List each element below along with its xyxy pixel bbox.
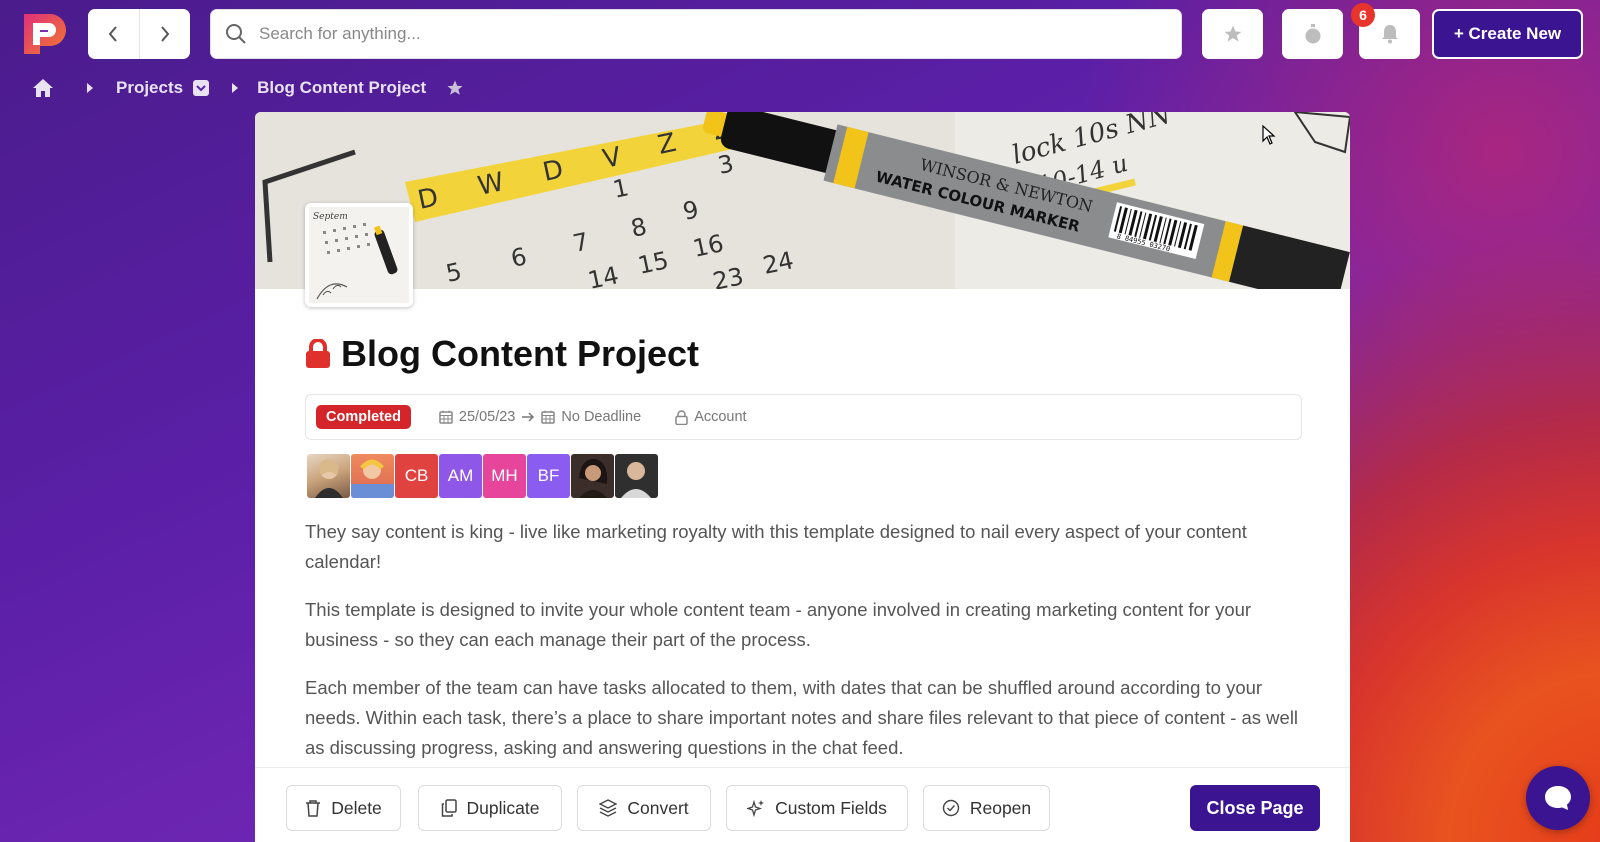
layers-icon: [599, 799, 618, 817]
convert-label: Convert: [627, 797, 689, 818]
mouse-cursor-icon: [1262, 125, 1276, 145]
arrow-right-icon: [522, 412, 535, 422]
app-logo-icon[interactable]: [20, 10, 70, 56]
search-input[interactable]: [259, 24, 1139, 44]
member-avatars: CB AM MH BF: [307, 454, 658, 498]
chevron-left-icon: [108, 26, 118, 42]
calendar-icon: [439, 410, 453, 424]
lock-icon: [306, 339, 330, 368]
forward-button[interactable]: [138, 9, 191, 59]
description-paragraph: This template is designed to invite your…: [305, 599, 1252, 650]
search-icon: [226, 24, 246, 44]
description-paragraph: Each member of the team can have tasks a…: [305, 677, 1299, 758]
star-icon: [1224, 25, 1241, 42]
top-bar: 6 + Create New: [0, 0, 1600, 64]
caret-right-icon: [87, 83, 93, 93]
convert-button[interactable]: Convert: [577, 785, 711, 831]
favorite-star-icon[interactable]: [446, 79, 464, 97]
reopen-button[interactable]: Reopen: [923, 785, 1050, 831]
timer-button[interactable]: [1282, 9, 1343, 59]
duplicate-button[interactable]: Duplicate: [418, 785, 562, 831]
avatar-initials: MH: [491, 466, 518, 485]
status-badge[interactable]: Completed: [316, 405, 411, 429]
thumbnail-text: Septem: [313, 212, 348, 222]
breadcrumb: Projects Blog Content Project: [32, 74, 464, 102]
deadline: No Deadline: [561, 409, 642, 425]
avatar-cb[interactable]: CB: [395, 454, 438, 498]
caret-right-icon: [232, 83, 239, 93]
description-paragraph: They say content is king - live like mar…: [305, 521, 1247, 572]
calendar-icon: [541, 410, 556, 424]
back-button[interactable]: [88, 9, 139, 59]
favorites-button[interactable]: [1202, 9, 1263, 59]
trash-icon: [306, 800, 321, 817]
bell-icon: [1381, 25, 1398, 44]
duplicate-label: Duplicate: [466, 797, 540, 818]
home-icon[interactable]: [32, 78, 54, 98]
avatar-initials: AM: [447, 466, 474, 485]
custom-fields-button[interactable]: Custom Fields: [726, 785, 908, 831]
chat-bubble-icon: [1545, 786, 1571, 810]
person-photo-icon: [621, 462, 651, 498]
sparkles-icon: [747, 799, 765, 817]
check-circle-icon: [942, 799, 960, 817]
lock-outline-icon: [675, 409, 688, 425]
avatar-bf[interactable]: BF: [527, 454, 570, 498]
avatar-initials: CB: [404, 466, 429, 485]
create-new-button[interactable]: + Create New: [1432, 9, 1583, 59]
history-nav: [88, 9, 190, 59]
notification-count-badge: 6: [1351, 3, 1375, 27]
custom-fields-label: Custom Fields: [775, 797, 887, 818]
avatar-initials: BF: [537, 466, 560, 485]
visibility-label: Account: [694, 409, 747, 425]
search-bar: [210, 9, 1182, 59]
avatar-am[interactable]: AM: [439, 454, 482, 498]
close-page-button[interactable]: Close Page: [1190, 785, 1320, 831]
copy-icon: [441, 799, 457, 817]
avatar[interactable]: [571, 454, 614, 498]
reopen-label: Reopen: [969, 797, 1032, 818]
page-meta-bar: Completed 25/05/23 No Deadline Account: [305, 394, 1302, 440]
page-description: They say content is king - live like mar…: [305, 517, 1305, 781]
page-title: Blog Content Project: [305, 333, 699, 375]
page-action-bar: Delete Duplicate Convert Custom Fields R…: [255, 767, 1350, 842]
chevron-right-icon: [160, 26, 170, 42]
person-photo-icon: [315, 459, 343, 498]
avatar-mh[interactable]: MH: [483, 454, 526, 498]
cover-image: D W D V Z Z 1 3 7 8 9 6 5 14 15 16 23 24…: [255, 112, 1350, 289]
date-range[interactable]: 25/05/23 No Deadline: [439, 409, 641, 425]
avatar[interactable]: [307, 454, 350, 498]
person-photo-icon: [579, 458, 608, 498]
avatar[interactable]: [351, 454, 394, 498]
breadcrumb-projects[interactable]: Projects: [116, 78, 183, 98]
page-card: D W D V Z Z 1 3 7 8 9 6 5 14 15 16 23 24…: [255, 112, 1350, 842]
stopwatch-icon: [1305, 24, 1320, 44]
person-photo-icon: [351, 459, 394, 498]
visibility-setting[interactable]: Account: [675, 409, 747, 425]
breadcrumb-current-page: Blog Content Project: [257, 78, 427, 97]
start-date: 25/05/23: [458, 409, 516, 425]
notifications-button[interactable]: 6: [1351, 3, 1420, 59]
chat-support-button[interactable]: [1526, 766, 1590, 830]
page-title-text[interactable]: Blog Content Project: [341, 333, 699, 375]
avatar[interactable]: [615, 454, 658, 498]
checkbox-dropdown-icon[interactable]: [193, 80, 210, 96]
page-thumbnail[interactable]: Septem: [305, 203, 413, 307]
delete-label: Delete: [331, 797, 382, 818]
delete-button[interactable]: Delete: [286, 785, 401, 831]
